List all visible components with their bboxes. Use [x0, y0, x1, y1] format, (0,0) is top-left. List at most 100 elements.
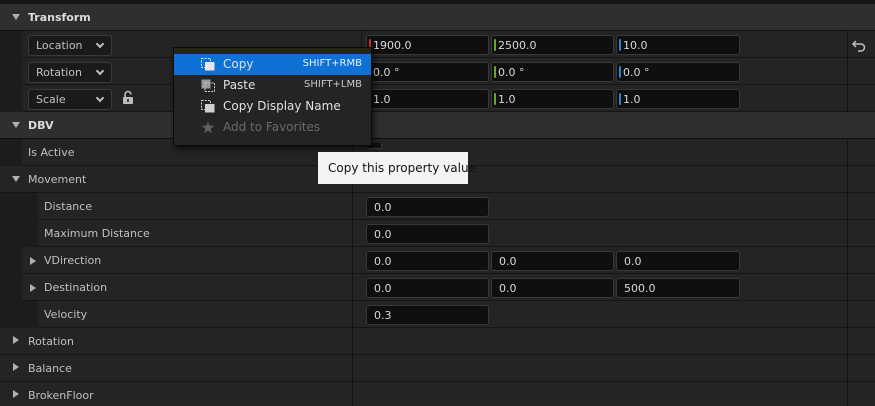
- max-distance-field[interactable]: 0.0: [366, 224, 489, 244]
- rotation-y-field[interactable]: 0.0 °: [491, 62, 614, 82]
- expand-arrow-icon[interactable]: [30, 257, 36, 265]
- max-distance-label: Maximum Distance: [44, 227, 150, 240]
- location-y-field[interactable]: 2500.0: [491, 35, 614, 55]
- column-divider: [847, 166, 848, 193]
- vdirection-x-field[interactable]: 0.0: [366, 251, 489, 271]
- vdirection-z-field[interactable]: 0.0: [616, 251, 740, 271]
- y-axis-marker: [494, 39, 496, 51]
- chevron-down-icon: [95, 39, 105, 49]
- scale-z-value: 1.0: [623, 93, 641, 106]
- distance-label: Distance: [44, 200, 93, 213]
- tooltip: Copy this property value: [317, 151, 476, 185]
- indent-bar: [0, 139, 22, 166]
- column-divider: [352, 247, 353, 274]
- column-divider: [352, 301, 353, 328]
- indent-bar: [0, 220, 38, 247]
- column-divider: [847, 220, 848, 247]
- max-distance-row: Maximum Distance 0.0: [0, 220, 875, 247]
- vdirection-y-value: 0.0: [499, 255, 517, 268]
- destination-z-value: 500.0: [624, 282, 656, 295]
- menu-item-copy-display-name[interactable]: Copy Display Name: [174, 96, 371, 117]
- collapse-arrow-icon[interactable]: [12, 176, 20, 182]
- indent-bar: [0, 31, 22, 58]
- location-x-field[interactable]: 1900.0: [366, 35, 489, 55]
- indent-bar: [0, 247, 22, 274]
- column-divider: [352, 274, 353, 301]
- paste-icon: [201, 79, 215, 92]
- location-z-value: 10.0: [623, 39, 648, 52]
- lock-icon[interactable]: [121, 90, 135, 106]
- velocity-row: Velocity 0.3: [0, 301, 875, 328]
- menu-item-paste[interactable]: Paste SHIFT+LMB: [174, 75, 371, 96]
- scale-mode-label: Scale: [36, 93, 66, 106]
- rotation-x-field[interactable]: 0.0 °: [366, 62, 489, 82]
- column-divider: [352, 328, 353, 355]
- column-divider: [352, 382, 353, 406]
- vdirection-z-value: 0.0: [624, 255, 642, 268]
- y-axis-marker: [494, 66, 496, 78]
- location-mode-combo[interactable]: Location: [28, 35, 112, 56]
- scale-x-field[interactable]: 1.0: [366, 89, 489, 109]
- expand-arrow-icon[interactable]: [13, 390, 19, 398]
- transform-title: Transform: [28, 11, 91, 24]
- rotation-z-field[interactable]: 0.0 °: [616, 62, 740, 82]
- indent-bar: [0, 58, 22, 85]
- expand-arrow-icon[interactable]: [13, 363, 19, 371]
- rotation-mode-label: Rotation: [36, 66, 83, 79]
- chevron-down-icon: [95, 93, 105, 103]
- y-axis-marker: [494, 93, 496, 105]
- max-distance-value: 0.0: [374, 228, 392, 241]
- column-divider: [847, 301, 848, 328]
- scale-y-field[interactable]: 1.0: [491, 89, 614, 109]
- velocity-label: Velocity: [44, 308, 88, 321]
- location-z-field[interactable]: 10.0: [616, 35, 740, 55]
- scale-x-value: 1.0: [373, 93, 391, 106]
- indent-bar: [0, 301, 38, 328]
- location-y-value: 2500.0: [498, 39, 537, 52]
- column-divider: [847, 31, 848, 58]
- menu-item-add-to-favorites[interactable]: Add to Favorites: [174, 117, 371, 138]
- column-divider: [847, 328, 848, 355]
- collapse-arrow-icon[interactable]: [12, 14, 20, 20]
- z-axis-marker: [619, 39, 621, 51]
- reset-to-default-icon[interactable]: [851, 37, 867, 53]
- vdirection-y-field[interactable]: 0.0: [491, 251, 614, 271]
- menu-item-label: Copy: [223, 57, 254, 71]
- transform-section-header[interactable]: Transform: [0, 4, 875, 31]
- rotation-y-value: 0.0 °: [498, 66, 525, 79]
- balance-group-header[interactable]: Balance: [0, 355, 875, 382]
- expand-arrow-icon[interactable]: [13, 336, 19, 344]
- chevron-down-icon: [95, 66, 105, 76]
- is-active-label: Is Active: [28, 146, 75, 159]
- column-divider: [847, 85, 848, 112]
- scale-z-field[interactable]: 1.0: [616, 89, 740, 109]
- collapse-arrow-icon[interactable]: [12, 122, 20, 128]
- velocity-value: 0.3: [374, 309, 392, 322]
- destination-y-field[interactable]: 0.0: [491, 278, 614, 298]
- vdirection-x-value: 0.0: [374, 255, 392, 268]
- column-divider: [847, 355, 848, 382]
- indent-bar: [0, 85, 22, 112]
- expand-arrow-icon[interactable]: [30, 284, 36, 292]
- scale-y-value: 1.0: [498, 93, 516, 106]
- column-divider: [847, 247, 848, 274]
- menu-item-copy[interactable]: Copy SHIFT+RMB: [174, 54, 371, 75]
- velocity-field[interactable]: 0.3: [366, 305, 489, 325]
- rotation-group-header[interactable]: Rotation: [0, 328, 875, 355]
- menu-item-label: Copy Display Name: [223, 99, 341, 113]
- menu-item-label: Add to Favorites: [223, 120, 321, 134]
- destination-x-field[interactable]: 0.0: [366, 278, 489, 298]
- column-divider: [352, 193, 353, 220]
- balance-group-title: Balance: [28, 362, 72, 375]
- brokenfloor-group-header[interactable]: BrokenFloor: [0, 382, 875, 406]
- destination-z-field[interactable]: 500.0: [616, 278, 740, 298]
- distance-row: Distance 0.0: [0, 193, 875, 220]
- destination-label: Destination: [44, 281, 108, 294]
- z-axis-marker: [619, 93, 621, 105]
- rotation-z-value: 0.0 °: [623, 66, 650, 79]
- scale-mode-combo[interactable]: Scale: [28, 89, 112, 110]
- column-divider: [352, 220, 353, 247]
- dbv-section-header[interactable]: DBV: [0, 112, 875, 139]
- rotation-mode-combo[interactable]: Rotation: [28, 62, 112, 83]
- distance-field[interactable]: 0.0: [366, 197, 489, 217]
